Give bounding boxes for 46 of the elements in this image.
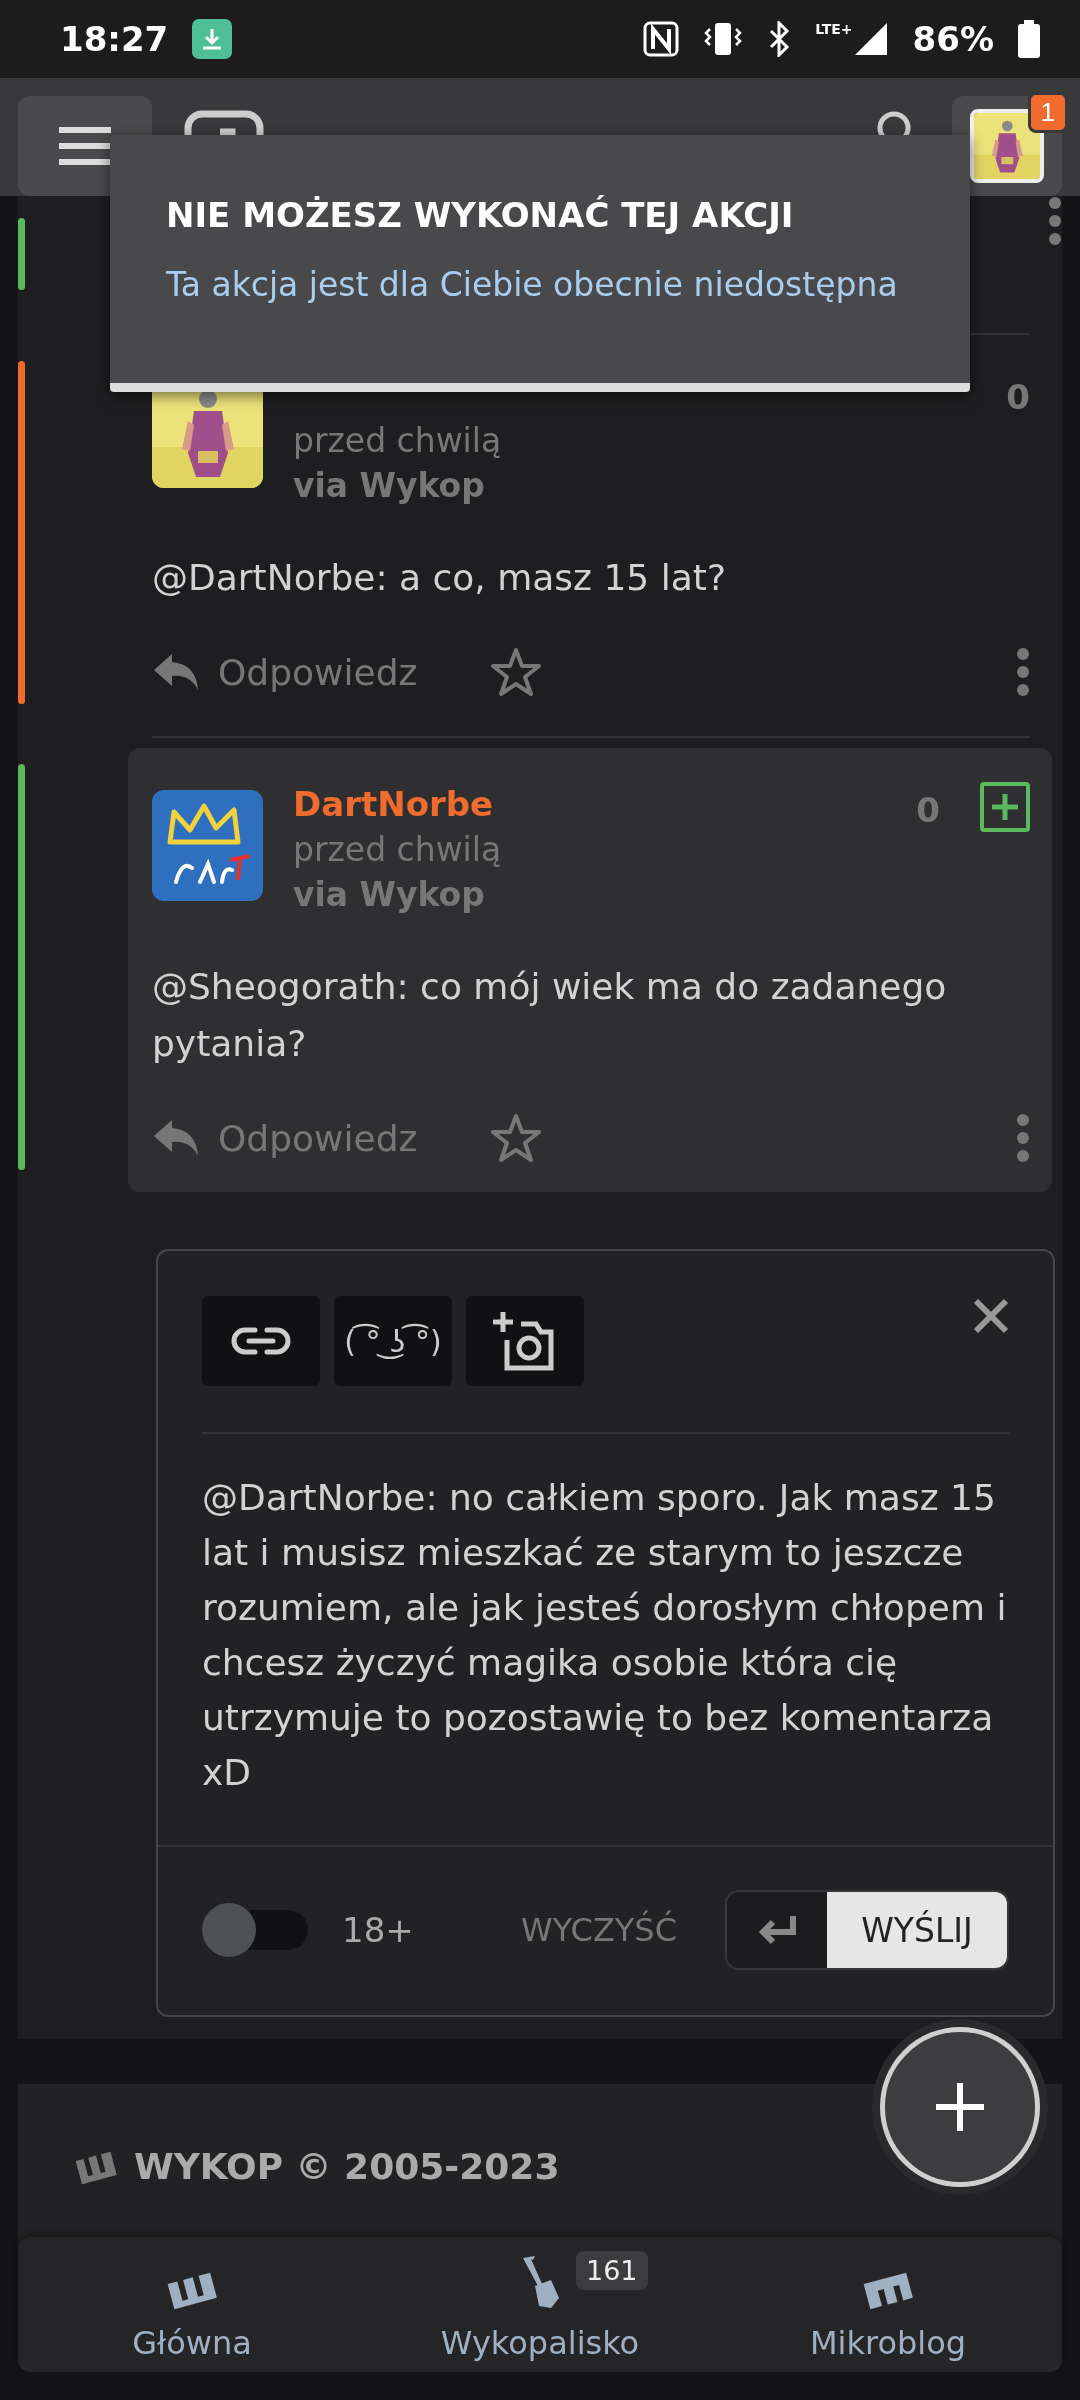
source-label: via Wykop	[293, 875, 486, 914]
more-icon[interactable]	[1016, 647, 1030, 697]
more-icon[interactable]	[1016, 1113, 1030, 1163]
vibrate-icon	[703, 21, 744, 57]
adult-toggle[interactable]	[202, 1903, 308, 1957]
add-photo-button[interactable]	[466, 1296, 584, 1386]
add-camera-icon	[493, 1310, 557, 1372]
source-label: via Wykop	[293, 466, 486, 505]
link-button[interactable]	[202, 1296, 320, 1386]
battery-level: 86%	[912, 19, 994, 59]
star-icon[interactable]	[489, 646, 544, 698]
vote-count: 0	[916, 790, 940, 830]
star-icon[interactable]	[489, 1112, 544, 1164]
notification-badge: 1	[1027, 92, 1068, 133]
count-badge: 161	[576, 2251, 648, 2290]
plus-icon	[990, 792, 1020, 822]
comment-text: @Sheogorath: co mój wiek ma do zadanego pytania?	[152, 965, 948, 1066]
more-icon[interactable]	[1048, 196, 1062, 246]
timestamp: przed chwilą	[293, 830, 502, 869]
copyright: WYKOP © 2005-2023	[134, 2146, 560, 2187]
reply-arrow-icon	[152, 1118, 200, 1158]
enter-icon	[757, 1914, 797, 1946]
close-icon[interactable]	[973, 1298, 1009, 1334]
vote-count: 0	[1006, 377, 1030, 417]
network-type: LTE+	[815, 21, 853, 37]
upvote-button[interactable]	[980, 782, 1030, 832]
bluetooth-icon	[767, 21, 792, 57]
send-button[interactable]: WYŚLIJ	[827, 1892, 1007, 1968]
nav-tab[interactable]: Główna	[18, 2237, 366, 2372]
clear-button[interactable]: WYCZYŚĆ	[521, 1911, 677, 1949]
clock: 18:27	[60, 19, 169, 59]
enter-key-button[interactable]	[727, 1892, 827, 1968]
reply-button[interactable]: Odpowiedz	[152, 651, 418, 693]
timestamp: przed chwilą	[293, 421, 502, 460]
nfc-icon	[643, 21, 680, 57]
alert-title: NIE MOŻESZ WYKONAĆ TEJ AKCJI	[166, 195, 795, 235]
author-name[interactable]: DartNorbe	[293, 784, 502, 824]
lenny-face-button[interactable]: ( ͡° ͜ʖ ͡°)	[334, 1296, 452, 1386]
nav-tab[interactable]: Mikroblog	[714, 2237, 1062, 2372]
toggle-label: 18+	[342, 1910, 414, 1950]
nav-tab[interactable]: Wykopalisko 161	[366, 2237, 714, 2372]
reply-arrow-icon	[152, 652, 200, 692]
alert-message: Ta akcja jest dla Ciebie obecnie niedostępna	[166, 265, 899, 304]
comment-input[interactable]: @DartNorbe: no całkiem sporo. Jak masz 15 lat i musisz mieszkać ze starym to jeszcze rozumiem, ale jak jesteś dorosłym chłopem i chcesz życzyć magika osobie która cię utrzymuje to pozostawię to bez komentarza xD	[158, 1434, 1053, 1845]
battery-icon	[1018, 20, 1040, 58]
comment-text: @DartNorbe: a co, masz 15 lat?	[152, 556, 727, 600]
